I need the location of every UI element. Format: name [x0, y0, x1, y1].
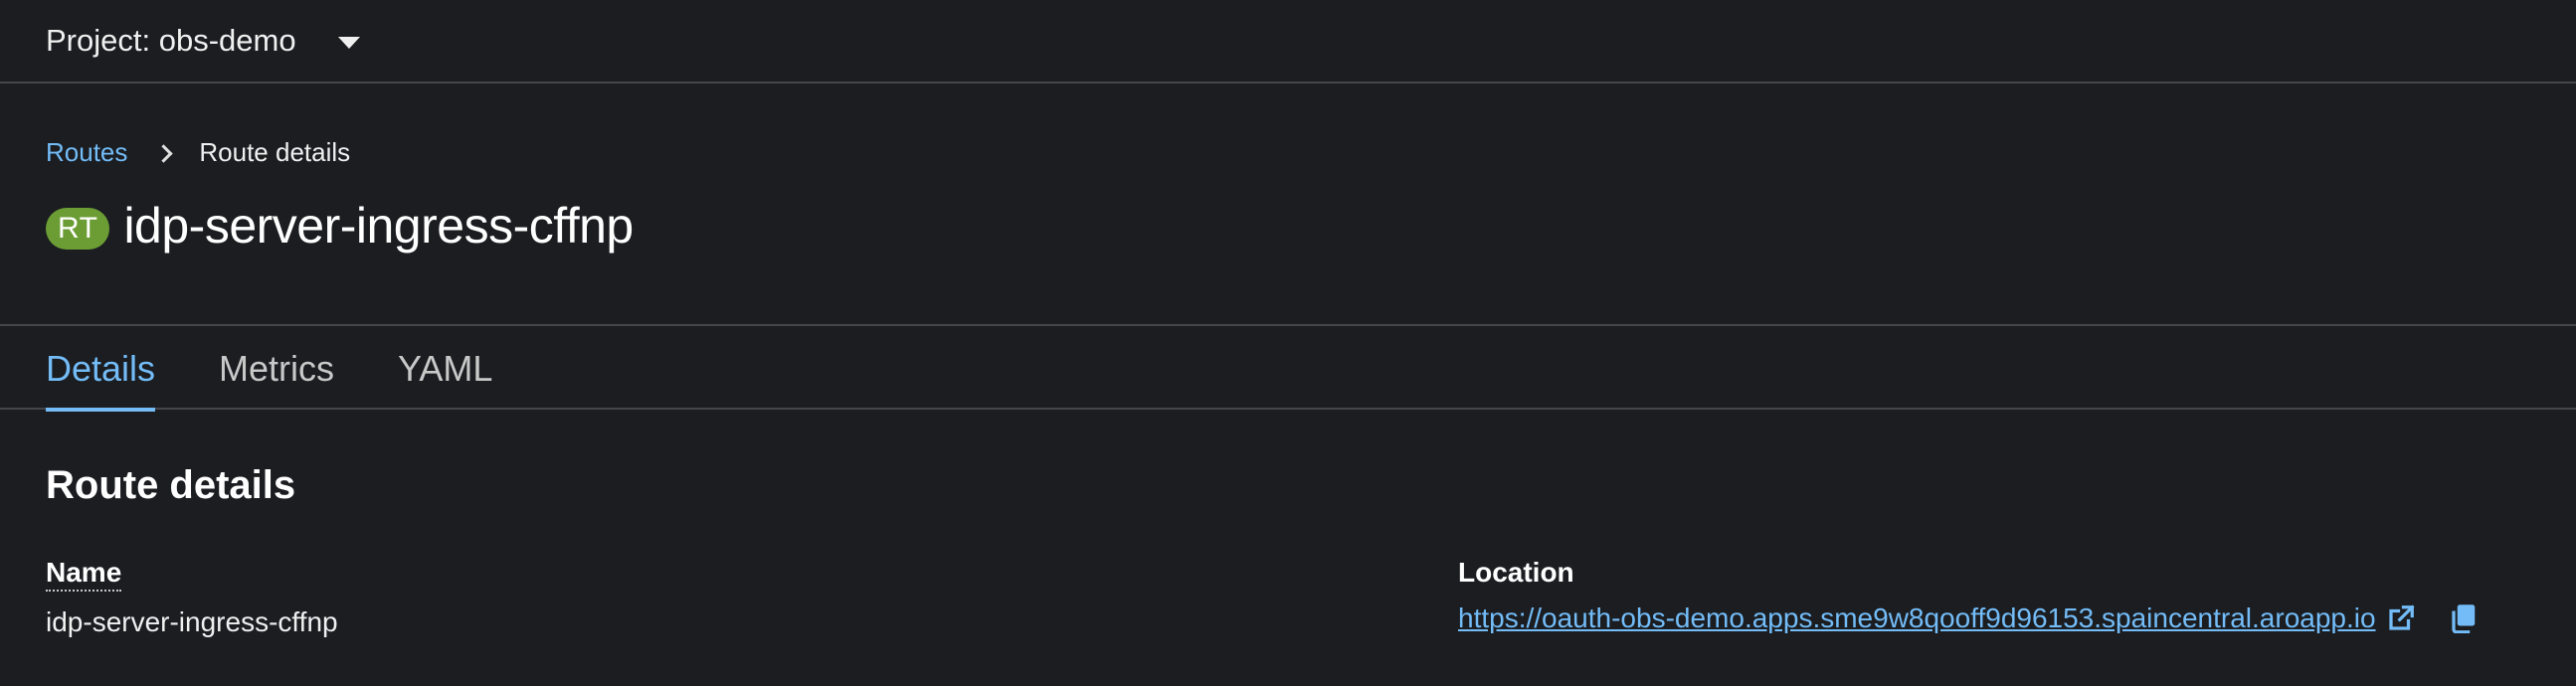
tab-details[interactable]: Details	[46, 328, 156, 412]
name-label[interactable]: Name	[46, 557, 122, 592]
project-bar: Project: obs-demo	[0, 0, 2576, 84]
breadcrumb: Routes Route details	[46, 137, 350, 168]
section-title: Route details	[46, 463, 296, 507]
tab-yaml[interactable]: YAML	[398, 328, 492, 410]
location-link[interactable]: https://oauth-obs-demo.apps.sme9w8qooff9…	[1458, 602, 2376, 634]
tab-metrics[interactable]: Metrics	[219, 328, 334, 410]
page-title: idp-server-ingress-cffnp	[123, 198, 634, 254]
breadcrumb-current: Route details	[199, 137, 351, 167]
caret-down-icon	[337, 37, 360, 49]
page-header: Routes Route details RT idp-server-ingre…	[0, 86, 2576, 326]
resource-badge: RT	[46, 208, 110, 250]
name-value: idp-server-ingress-cffnp	[46, 606, 338, 637]
external-link-icon[interactable]	[2386, 603, 2416, 633]
location-value: https://oauth-obs-demo.apps.sme9w8qooff9…	[1458, 602, 2478, 634]
tab-bar: Details Metrics YAML	[0, 328, 2576, 412]
location-label: Location	[1458, 557, 1574, 588]
breadcrumb-routes-link[interactable]: Routes	[46, 137, 127, 168]
title-row: RT idp-server-ingress-cffnp	[46, 197, 634, 255]
project-label: Project: obs-demo	[46, 23, 296, 58]
copy-icon[interactable]	[2450, 603, 2478, 633]
project-selector[interactable]: Project: obs-demo	[46, 23, 360, 59]
chevron-right-icon	[151, 139, 179, 167]
